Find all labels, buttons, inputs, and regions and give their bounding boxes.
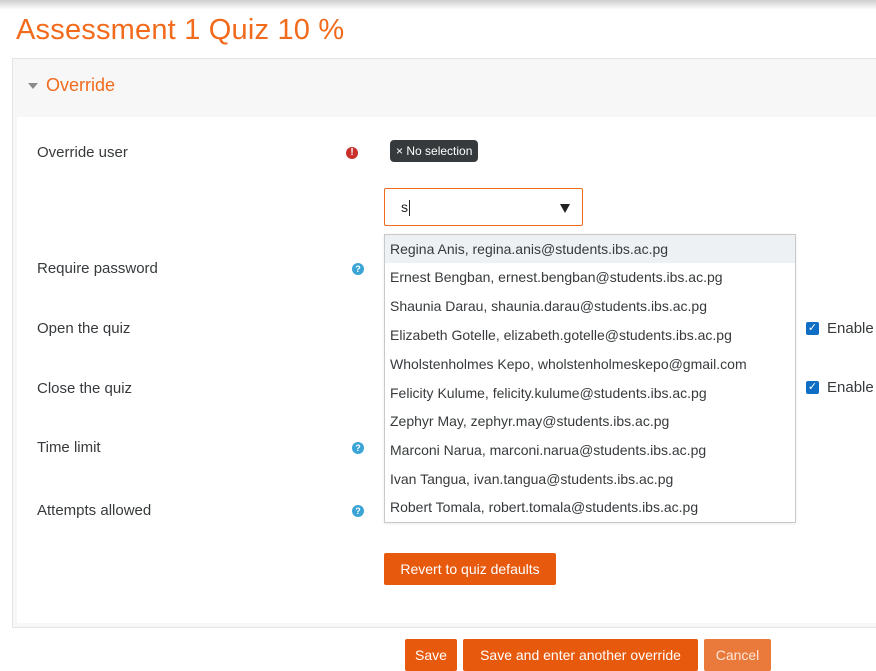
help-icon[interactable]: ? bbox=[352, 505, 364, 517]
user-option[interactable]: Wholstenholmes Kepo, wholstenholmeskepo@… bbox=[385, 350, 795, 378]
checkbox-checked-icon[interactable]: ✓ bbox=[806, 381, 819, 394]
user-option[interactable]: Ernest Bengban, ernest.bengban@students.… bbox=[385, 263, 795, 291]
text-cursor bbox=[409, 200, 410, 216]
revert-to-defaults-button[interactable]: Revert to quiz defaults bbox=[384, 553, 556, 585]
help-icon[interactable]: ? bbox=[352, 263, 364, 275]
user-option[interactable]: Regina Anis, regina.anis@students.ibs.ac… bbox=[385, 235, 795, 263]
user-option[interactable]: Felicity Kulume, felicity.kulume@student… bbox=[385, 379, 795, 407]
cancel-button[interactable]: Cancel bbox=[704, 639, 771, 671]
enable-label: Enable bbox=[827, 320, 874, 337]
help-icon[interactable]: ? bbox=[352, 442, 364, 454]
user-option[interactable]: Elizabeth Gotelle, elizabeth.gotelle@stu… bbox=[385, 321, 795, 349]
open-quiz-label: Open the quiz bbox=[37, 320, 131, 337]
user-option[interactable]: Marconi Narua, marconi.narua@students.ib… bbox=[385, 436, 795, 464]
user-suggestions-list: Regina Anis, regina.anis@students.ibs.ac… bbox=[384, 234, 796, 523]
section-legend: Override bbox=[46, 75, 116, 95]
search-input-value: s bbox=[401, 199, 408, 215]
caret-down-icon bbox=[28, 82, 38, 89]
required-icon: ! bbox=[346, 147, 358, 159]
override-section-toggle[interactable]: Override bbox=[28, 75, 115, 96]
require-password-label: Require password bbox=[37, 260, 158, 277]
user-search-input[interactable]: s bbox=[384, 188, 583, 226]
checkbox-checked-icon[interactable]: ✓ bbox=[806, 322, 819, 335]
save-button[interactable]: Save bbox=[405, 639, 457, 671]
save-and-another-button[interactable]: Save and enter another override bbox=[463, 639, 698, 671]
dropdown-arrow-icon[interactable] bbox=[560, 204, 570, 213]
user-option[interactable]: Shaunia Darau, shaunia.darau@students.ib… bbox=[385, 292, 795, 320]
user-option[interactable]: Robert Tomala, robert.tomala@students.ib… bbox=[385, 493, 795, 521]
close-quiz-label: Close the quiz bbox=[37, 380, 133, 397]
page-title: Assessment 1 Quiz 10 % bbox=[16, 14, 345, 46]
user-option[interactable]: Ivan Tangua, ivan.tangua@students.ibs.ac… bbox=[385, 465, 795, 493]
close-quiz-enable[interactable]: ✓ Enable bbox=[806, 379, 874, 396]
enable-label: Enable bbox=[827, 379, 874, 396]
time-limit-label: Time limit bbox=[37, 439, 101, 456]
open-quiz-enable[interactable]: ✓ Enable bbox=[806, 320, 874, 337]
attempts-allowed-label: Attempts allowed bbox=[37, 502, 152, 519]
top-shadow bbox=[0, 0, 876, 10]
override-user-label: Override user bbox=[37, 144, 128, 161]
user-option[interactable]: Zephyr May, zephyr.may@students.ibs.ac.p… bbox=[385, 407, 795, 435]
no-selection-badge[interactable]: × No selection bbox=[390, 140, 479, 162]
